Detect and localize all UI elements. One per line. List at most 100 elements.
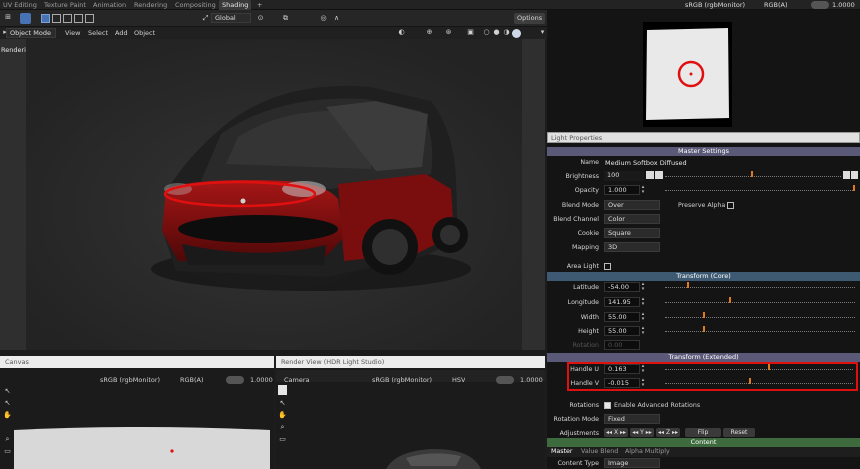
select-subtract-icon[interactable] bbox=[63, 14, 72, 23]
rotation-mode-select[interactable]: Fixed bbox=[604, 414, 660, 424]
preserve-alpha-checkbox[interactable] bbox=[727, 202, 734, 209]
material-shading-icon[interactable]: ◑ bbox=[502, 28, 511, 37]
3d-viewport[interactable]: Rendering Done bbox=[0, 39, 545, 350]
brightness-increase-more-button[interactable] bbox=[851, 171, 858, 179]
opacity-field[interactable]: 1.000 bbox=[604, 185, 640, 195]
opacity-slider[interactable] bbox=[665, 185, 855, 191]
canvas-zoom-icon[interactable]: ⌕ bbox=[3, 435, 12, 444]
width-slider-handle[interactable] bbox=[703, 312, 705, 318]
height-slider[interactable] bbox=[665, 326, 855, 332]
name-value[interactable]: Medium Softbox Diffused bbox=[605, 159, 687, 167]
render-exposure-toggle[interactable] bbox=[496, 376, 514, 384]
snap-icon[interactable]: ⧉ bbox=[281, 14, 290, 23]
enable-adv-rotations-checkbox[interactable] bbox=[604, 402, 611, 409]
longitude-slider-handle[interactable] bbox=[729, 297, 731, 303]
render-camera-select[interactable]: Camera bbox=[284, 376, 310, 384]
height-slider-handle[interactable] bbox=[703, 326, 705, 332]
latitude-slider-handle[interactable] bbox=[687, 282, 689, 288]
cookie-select[interactable]: Square bbox=[604, 228, 660, 238]
brightness-decrease-button[interactable] bbox=[646, 171, 654, 179]
canvas-hand-icon[interactable]: ✋ bbox=[3, 411, 12, 420]
top-color-space[interactable]: sRGB (rgbMonitor) bbox=[685, 1, 745, 9]
canvas-color-space[interactable]: sRGB (rgbMonitor) bbox=[100, 376, 160, 384]
latitude-field[interactable]: -54.00 bbox=[604, 282, 640, 292]
opacity-slider-handle[interactable] bbox=[853, 185, 855, 191]
add-workspace-icon[interactable]: + bbox=[254, 0, 265, 10]
width-slider[interactable] bbox=[665, 312, 855, 318]
select-invert-icon[interactable] bbox=[74, 14, 83, 23]
width-field[interactable]: 55.00 bbox=[604, 312, 640, 322]
wireframe-shading-icon[interactable]: ○ bbox=[482, 28, 491, 37]
section-master-settings[interactable]: Master Settings bbox=[547, 147, 860, 156]
height-field[interactable]: 55.00 bbox=[604, 326, 640, 336]
tab-shading[interactable]: Shading bbox=[219, 0, 252, 10]
latitude-slider[interactable] bbox=[665, 282, 855, 288]
top-channels[interactable]: RGB(A) bbox=[764, 1, 788, 9]
menu-object[interactable]: Object bbox=[134, 27, 155, 39]
canvas-select-icon[interactable]: ↖ bbox=[3, 387, 12, 396]
transform-orientation-select[interactable]: Global bbox=[211, 13, 251, 23]
longitude-spinner[interactable]: ▴ ▾ bbox=[640, 297, 646, 307]
area-light-checkbox[interactable] bbox=[604, 263, 611, 270]
render-hand-icon[interactable]: ✋ bbox=[278, 411, 287, 420]
handle-v-field[interactable]: -0.015 bbox=[604, 378, 640, 388]
height-spinner[interactable]: ▴ ▾ bbox=[640, 326, 646, 336]
overlay-icon[interactable]: ⊛ bbox=[444, 28, 453, 37]
section-content[interactable]: Content bbox=[547, 438, 860, 447]
blend-channel-select[interactable]: Color bbox=[604, 214, 660, 224]
menu-view[interactable]: View bbox=[65, 27, 80, 39]
options-button[interactable]: Options bbox=[514, 13, 546, 24]
brightness-slider-handle[interactable] bbox=[751, 171, 753, 177]
shading-options-icon[interactable]: ▾ bbox=[539, 28, 546, 37]
content-tab-value-blend[interactable]: Value Blend bbox=[581, 448, 618, 455]
top-exposure[interactable]: 1.0000 bbox=[832, 1, 855, 9]
reset-button[interactable]: Reset bbox=[723, 428, 755, 437]
latitude-spinner[interactable]: ▴ ▾ bbox=[640, 282, 646, 292]
longitude-slider[interactable] bbox=[665, 297, 855, 303]
render-frame-icon[interactable]: ▭ bbox=[278, 435, 287, 444]
tab-animation[interactable]: Animation bbox=[90, 0, 129, 10]
tab-texture-paint[interactable]: Texture Paint bbox=[41, 0, 89, 10]
rendered-shading-icon[interactable] bbox=[512, 29, 521, 38]
blend-mode-select[interactable]: Over bbox=[604, 200, 660, 210]
handle-u-slider-handle[interactable] bbox=[768, 364, 770, 370]
object-mode-select[interactable]: Object Mode bbox=[6, 28, 56, 38]
render-zoom-icon[interactable]: ⌕ bbox=[278, 423, 287, 432]
falloff-icon[interactable]: ∧ bbox=[332, 14, 341, 23]
canvas-move-icon[interactable]: ↖ bbox=[3, 399, 12, 408]
select-extend-icon[interactable] bbox=[52, 14, 61, 23]
flip-button[interactable]: Flip bbox=[685, 428, 721, 437]
select-intersect-icon[interactable] bbox=[85, 14, 94, 23]
render-pointer-icon[interactable]: ↖ bbox=[278, 399, 287, 408]
canvas-exposure[interactable]: 1.0000 bbox=[250, 376, 273, 384]
canvas-hdr-map[interactable] bbox=[14, 426, 270, 469]
handle-v-slider[interactable] bbox=[665, 378, 853, 384]
menu-select[interactable]: Select bbox=[88, 27, 108, 39]
brightness-slider[interactable] bbox=[665, 171, 841, 177]
tab-rendering[interactable]: Rendering bbox=[131, 0, 170, 10]
handle-u-slider[interactable] bbox=[665, 364, 853, 370]
section-transform-core[interactable]: Transform (Core) bbox=[547, 272, 860, 281]
mapping-select[interactable]: 3D bbox=[604, 242, 660, 252]
canvas-frame-icon[interactable]: ▭ bbox=[3, 447, 12, 456]
content-tab-alpha-multiply[interactable]: Alpha Multiply bbox=[625, 448, 670, 455]
solid-shading-icon[interactable]: ● bbox=[492, 28, 501, 37]
select-tool-icon[interactable] bbox=[20, 13, 31, 24]
exposure-toggle[interactable] bbox=[811, 1, 829, 9]
brightness-field[interactable]: 100 bbox=[604, 171, 644, 181]
handle-v-spinner[interactable]: ▴ ▾ bbox=[640, 378, 646, 388]
render-color-space[interactable]: sRGB (rgbMonitor) bbox=[372, 376, 432, 384]
adjust-z-button[interactable]: ◂◂ Z ▸▸ bbox=[656, 428, 680, 437]
render-exposure[interactable]: 1.0000 bbox=[520, 376, 543, 384]
xray-icon[interactable]: ▣ bbox=[466, 28, 475, 37]
visibility-icon[interactable]: ◐ bbox=[397, 28, 406, 37]
handle-u-spinner[interactable]: ▴ ▾ bbox=[640, 364, 646, 374]
adjust-y-button[interactable]: ◂◂ Y ▸▸ bbox=[630, 428, 654, 437]
content-tab-master[interactable]: Master bbox=[551, 448, 573, 455]
opacity-spinner[interactable]: ▴ ▾ bbox=[640, 185, 646, 195]
width-spinner[interactable]: ▴ ▾ bbox=[640, 312, 646, 322]
brightness-increase-button[interactable] bbox=[843, 171, 850, 179]
editor-type-icon[interactable]: ⊞ bbox=[2, 13, 14, 22]
adjust-x-button[interactable]: ◂◂ X ▸▸ bbox=[604, 428, 628, 437]
render-brush-icon[interactable] bbox=[278, 385, 287, 395]
